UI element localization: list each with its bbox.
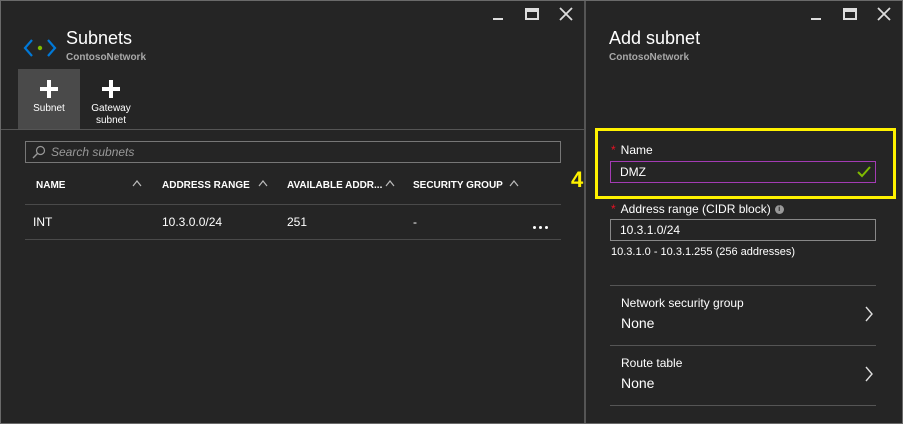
name-field-label: * Name [611, 143, 653, 157]
header-divider [25, 204, 561, 205]
plus-icon [101, 79, 121, 99]
blade-subtitle: ContosoNetwork [609, 52, 689, 63]
add-gateway-subnet-label: Gateway subnet [91, 103, 131, 126]
maximize-icon[interactable] [840, 6, 860, 22]
divider [1, 129, 584, 130]
column-header-security-group[interactable]: SECURITY GROUP [413, 174, 503, 196]
window-controls [488, 6, 576, 22]
step-marker: 4 [571, 167, 584, 192]
close-icon[interactable] [556, 6, 576, 22]
address-label-text: Address range (CIDR block) [620, 202, 771, 216]
search-icon [32, 145, 46, 159]
search-placeholder: Search subnets [51, 145, 135, 159]
picker-divider [610, 405, 876, 406]
close-icon[interactable] [874, 6, 894, 22]
blade-title: Add subnet [609, 28, 701, 48]
blade-subtitle: ContosoNetwork [66, 52, 146, 63]
blade-title: Subnets [66, 28, 133, 48]
valid-check-icon [857, 166, 871, 178]
cell-available: 251 [287, 215, 308, 229]
subnet-brackets-icon [23, 39, 57, 57]
plus-icon [39, 79, 59, 99]
chevron-right-icon [865, 366, 873, 382]
cell-name: INT [33, 215, 53, 229]
cell-security-group: - [413, 215, 417, 229]
name-label-text: Name [620, 143, 653, 157]
minimize-icon[interactable] [806, 6, 826, 22]
address-range-input[interactable]: 10.3.1.0/24 [610, 219, 876, 241]
column-header-address-range[interactable]: ADDRESS RANGE [162, 174, 250, 196]
minimize-icon[interactable] [488, 6, 508, 22]
add-subnet-label: Subnet [33, 103, 65, 114]
maximize-icon[interactable] [522, 6, 542, 22]
required-marker: * [611, 202, 616, 216]
column-header-name[interactable]: NAME [36, 174, 65, 196]
name-input[interactable]: DMZ [610, 161, 876, 183]
subnets-blade: Subnets ContosoNetwork Subnet Gateway su… [1, 1, 584, 423]
chevron-right-icon [865, 306, 873, 322]
picker-value: None [621, 315, 655, 331]
address-range-hint: 10.3.1.0 - 10.3.1.255 (256 addresses) [611, 246, 796, 258]
address-range-value: 10.3.1.0/24 [620, 223, 681, 237]
table-header: NAME ADDRESS RANGE AVAILABLE ADDR... SEC… [25, 174, 561, 196]
picker-label: Network security group [621, 296, 744, 310]
cell-address-range: 10.3.0.0/24 [162, 215, 223, 229]
sort-arrow-icon[interactable] [509, 179, 519, 187]
name-input-value: DMZ [620, 165, 646, 179]
more-options-icon[interactable] [533, 226, 548, 229]
row-divider [25, 239, 561, 240]
route-table-picker[interactable]: Route table None [610, 346, 876, 406]
column-header-available[interactable]: AVAILABLE ADDR... [287, 174, 382, 196]
address-range-field-label: * Address range (CIDR block) i [611, 202, 784, 216]
add-gateway-subnet-button[interactable]: Gateway subnet [80, 69, 142, 129]
search-input[interactable]: Search subnets [25, 141, 561, 163]
sort-arrow-icon[interactable] [258, 179, 268, 187]
picker-value: None [621, 375, 655, 391]
network-security-group-picker[interactable]: Network security group None [610, 286, 876, 346]
command-bar: Subnet Gateway subnet [18, 69, 142, 129]
sort-arrow-icon[interactable] [385, 179, 395, 187]
window-controls [806, 6, 894, 22]
info-icon[interactable]: i [774, 204, 784, 214]
required-marker: * [611, 143, 616, 157]
sort-arrow-icon[interactable] [132, 179, 142, 187]
add-subnet-button[interactable]: Subnet [18, 69, 80, 129]
picker-label: Route table [621, 356, 683, 370]
